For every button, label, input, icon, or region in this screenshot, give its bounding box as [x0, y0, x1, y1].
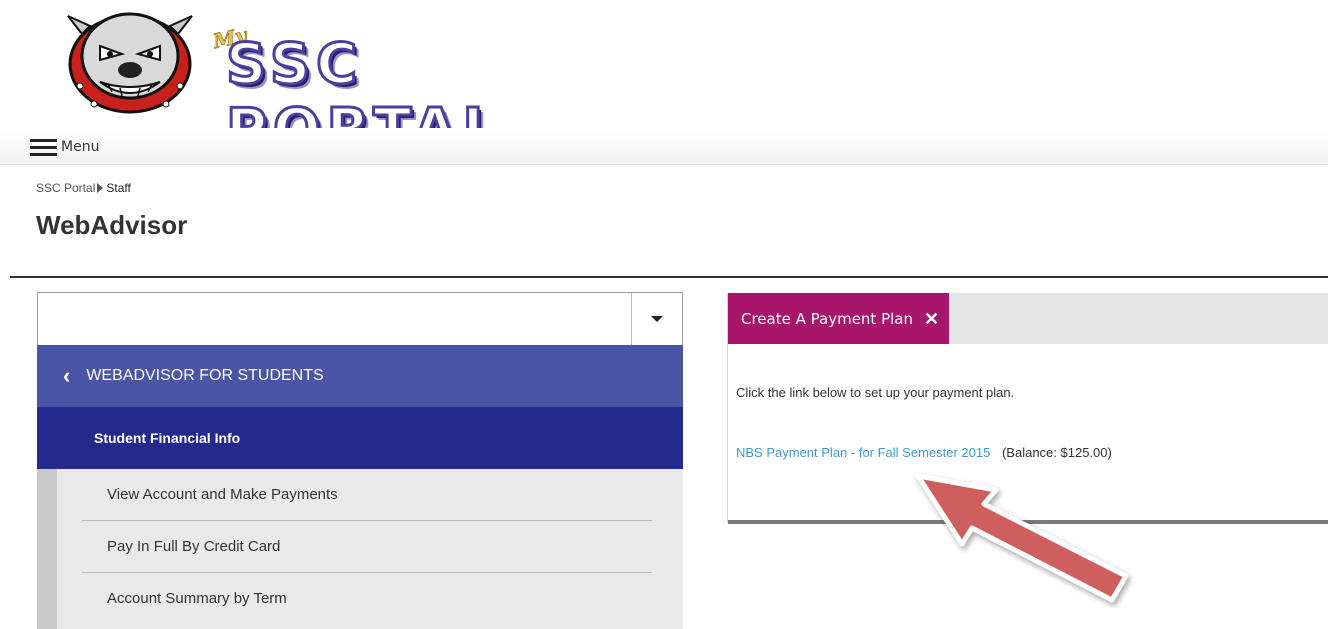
- webadvisor-nav-panel: ‹ WEBADVISOR FOR STUDENTS Student Financ…: [37, 292, 683, 629]
- hamburger-icon: [30, 138, 57, 156]
- menu-bar: Menu: [0, 128, 1328, 165]
- page-title: WebAdvisor: [36, 210, 188, 240]
- breadcrumb-current: Staff: [106, 181, 131, 195]
- nav-section-label: Student Financial Info: [94, 430, 241, 446]
- menu-toggle-button[interactable]: Menu: [30, 137, 99, 157]
- payment-plan-line: NBS Payment Plan - for Fall Semester 201…: [736, 445, 1112, 460]
- instruction-text: Click the link below to set up your paym…: [736, 385, 1015, 400]
- portal-logo[interactable]: My SSC PORTAL: [60, 4, 620, 164]
- panel-bottom-border: [728, 520, 1328, 524]
- nav-back-webadvisor-for-students[interactable]: ‹ WEBADVISOR FOR STUDENTS: [37, 345, 683, 407]
- caret-down-icon: [651, 316, 663, 322]
- submenu-item-label: View Account and Make Payments: [107, 486, 338, 503]
- breadcrumb: SSC Portal Staff: [36, 181, 131, 195]
- tab-strip: Create A Payment Plan ✕: [728, 293, 1328, 344]
- submenu-item-account-summary[interactable]: Account Summary by Term: [82, 573, 652, 624]
- tab-create-payment-plan[interactable]: Create A Payment Plan ✕: [728, 293, 949, 344]
- payment-plan-link[interactable]: NBS Payment Plan - for Fall Semester 201…: [736, 445, 990, 460]
- tab-label: Create A Payment Plan: [741, 309, 913, 328]
- nav-header-label: WEBADVISOR FOR STUDENTS: [86, 367, 324, 384]
- submenu-item-label: Account Summary by Term: [107, 590, 287, 607]
- submenu-item-pay-in-full[interactable]: Pay In Full By Credit Card: [82, 521, 652, 573]
- select-arrow-button[interactable]: [631, 293, 682, 345]
- breadcrumb-root-link[interactable]: SSC Portal: [36, 181, 95, 195]
- menu-label: Menu: [61, 139, 100, 155]
- chevron-left-icon: ‹: [63, 363, 71, 388]
- header-divider: [10, 276, 1328, 278]
- menu-select-dropdown[interactable]: [37, 292, 683, 346]
- close-icon[interactable]: ✕: [924, 310, 939, 328]
- nav-section-student-financial-info[interactable]: Student Financial Info: [37, 407, 683, 469]
- submenu-rail: [37, 469, 57, 629]
- plan-balance: (Balance: $125.00): [1001, 445, 1112, 460]
- submenu-item-view-account[interactable]: View Account and Make Payments: [82, 469, 652, 521]
- submenu-item-label: Pay In Full By Credit Card: [107, 538, 281, 555]
- financial-info-submenu: View Account and Make Payments Pay In Fu…: [37, 469, 683, 629]
- bulldog-mascot-icon: [67, 12, 193, 114]
- payment-plan-panel: Create A Payment Plan ✕ Click the link b…: [727, 293, 1328, 524]
- triangle-right-icon: [97, 183, 104, 193]
